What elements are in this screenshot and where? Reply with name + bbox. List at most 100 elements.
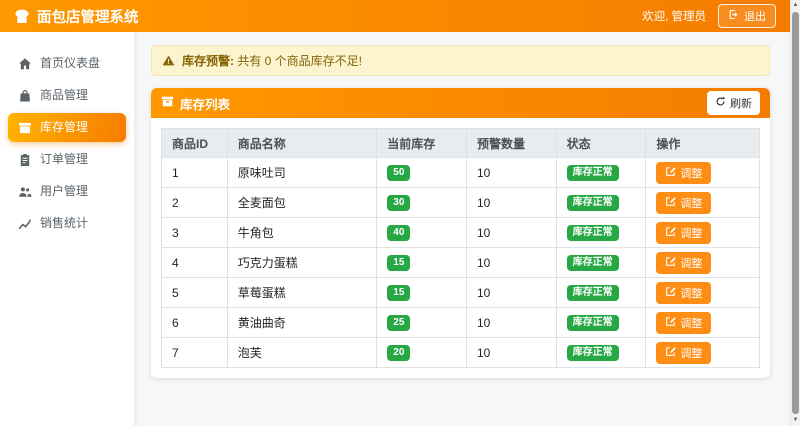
action-cell: 调整	[646, 158, 760, 188]
app-title: 面包店管理系统	[37, 6, 139, 27]
adjust-button[interactable]: 调整	[656, 192, 711, 214]
inventory-card-body: 商品ID商品名称当前库存预警数量状态操作 1原味吐司5010库存正常调整2全麦面…	[151, 118, 770, 378]
sidebar-item-orders[interactable]: 订单管理	[8, 145, 126, 174]
product-id-cell: 2	[162, 188, 228, 218]
status-cell: 库存正常	[556, 338, 646, 368]
action-cell: 调整	[646, 278, 760, 308]
product-name-cell: 原味吐司	[227, 158, 377, 188]
product-name-cell: 草莓蛋糕	[227, 278, 377, 308]
pencil-square-icon	[665, 166, 676, 180]
clipboard-list-icon	[18, 153, 32, 167]
welcome-text: 欢迎, 管理员	[642, 8, 706, 24]
app-brand: 面包店管理系统	[14, 6, 139, 27]
status-badge: 库存正常	[567, 255, 619, 271]
column-header: 状态	[556, 129, 646, 158]
sidebar-item-label: 首页仪表盘	[40, 56, 100, 71]
chart-line-icon	[18, 217, 32, 231]
scrollbar-thumb[interactable]	[792, 12, 799, 414]
product-name-cell: 全麦面包	[227, 188, 377, 218]
threshold-cell: 10	[466, 158, 556, 188]
sidebar-nav: 首页仪表盘商品管理库存管理订单管理用户管理销售统计	[0, 32, 135, 426]
users-icon	[18, 185, 32, 199]
product-id-cell: 6	[162, 308, 228, 338]
adjust-label: 调整	[680, 345, 702, 361]
warning-triangle-icon	[162, 54, 175, 67]
scrollbar-up-arrow[interactable]: ▲	[793, 0, 799, 11]
table-row: 5草莓蛋糕 15 10 库存正常 调整	[162, 278, 760, 308]
sidebar-item-users[interactable]: 用户管理	[8, 177, 126, 206]
adjust-button[interactable]: 调整	[656, 282, 711, 304]
status-cell: 库存正常	[556, 278, 646, 308]
app-window: 面包店管理系统 欢迎, 管理员 退出 首页仪表盘商品管理库存管理订单管理用户管理…	[0, 0, 800, 426]
sidebar-item-inventory[interactable]: 库存管理	[8, 113, 126, 142]
threshold-cell: 10	[466, 338, 556, 368]
status-badge: 库存正常	[567, 225, 619, 241]
product-id-cell: 1	[162, 158, 228, 188]
shopping-bag-icon	[18, 89, 32, 103]
pencil-square-icon	[665, 346, 676, 360]
pencil-square-icon	[665, 286, 676, 300]
home-icon	[18, 57, 32, 71]
action-cell: 调整	[646, 308, 760, 338]
main-content: 库存预警: 共有 0 个商品库存不足! 库存列表	[135, 32, 790, 426]
inventory-table: 商品ID商品名称当前库存预警数量状态操作 1原味吐司5010库存正常调整2全麦面…	[161, 128, 760, 368]
product-id-cell: 3	[162, 218, 228, 248]
refresh-button[interactable]: 刷新	[707, 91, 760, 115]
threshold-cell: 10	[466, 218, 556, 248]
vertical-scrollbar[interactable]: ▲ ▼	[790, 0, 800, 426]
table-row: 7泡芙2010库存正常调整	[162, 338, 760, 368]
product-id-cell: 5	[162, 278, 228, 308]
status-badge: 库存正常	[567, 165, 619, 181]
top-header-bar: 面包店管理系统 欢迎, 管理员 退出	[0, 0, 790, 32]
threshold-cell: 10	[466, 278, 556, 308]
status-badge: 库存正常	[567, 195, 619, 211]
status-badge: 库存正常	[567, 315, 619, 331]
sidebar-item-label: 商品管理	[40, 88, 88, 103]
action-cell: 调整	[646, 188, 760, 218]
adjust-label: 调整	[680, 285, 702, 301]
scrollbar-down-arrow[interactable]: ▼	[793, 415, 799, 426]
refresh-icon	[715, 96, 726, 110]
sidebar-item-label: 库存管理	[40, 120, 88, 135]
logout-button[interactable]: 退出	[718, 4, 776, 28]
inventory-list-card: 库存列表 刷新 商品ID商品名称当前库存预警数量状态操作	[151, 88, 770, 378]
sidebar-item-label: 订单管理	[40, 152, 88, 167]
adjust-label: 调整	[680, 255, 702, 271]
table-header-row: 商品ID商品名称当前库存预警数量状态操作	[162, 129, 760, 158]
column-header: 当前库存	[377, 129, 467, 158]
status-badge: 库存正常	[567, 285, 619, 301]
adjust-button[interactable]: 调整	[656, 222, 711, 244]
table-row: 2全麦面包3010库存正常调整	[162, 188, 760, 218]
stock-badge: 15	[387, 285, 410, 301]
adjust-button[interactable]: 调整	[656, 342, 711, 364]
action-cell: 调整	[646, 218, 760, 248]
inventory-table-body: 1原味吐司5010库存正常调整2全麦面包3010库存正常调整3牛角包4010库存…	[162, 158, 760, 368]
inventory-card-title: 库存列表	[180, 94, 230, 113]
inventory-card-title-group: 库存列表	[161, 94, 230, 113]
adjust-label: 调整	[680, 165, 702, 181]
current-stock-cell: 20	[377, 338, 467, 368]
stock-badge: 25	[387, 315, 410, 331]
sidebar-item-dashboard[interactable]: 首页仪表盘	[8, 49, 126, 78]
sidebar-item-label: 销售统计	[40, 216, 88, 231]
refresh-label: 刷新	[730, 95, 752, 111]
status-cell: 库存正常	[556, 248, 646, 278]
logout-label: 退出	[744, 8, 766, 24]
adjust-button[interactable]: 调整	[656, 162, 711, 184]
box-icon	[161, 95, 174, 111]
sidebar-item-products[interactable]: 商品管理	[8, 81, 126, 110]
current-stock-cell: 15	[377, 248, 467, 278]
status-cell: 库存正常	[556, 188, 646, 218]
adjust-button[interactable]: 调整	[656, 252, 711, 274]
table-row: 4巧克力蛋糕1510库存正常调整	[162, 248, 760, 278]
adjust-button[interactable]: 调整	[656, 312, 711, 334]
pencil-square-icon	[665, 196, 676, 210]
sidebar-item-label: 用户管理	[40, 184, 88, 199]
threshold-cell: 10	[466, 188, 556, 218]
product-name-cell: 黄油曲奇	[227, 308, 377, 338]
alert-message: 共有 0 个商品库存不足!	[237, 54, 362, 68]
bread-icon	[14, 8, 30, 24]
stock-warning-alert: 库存预警: 共有 0 个商品库存不足!	[151, 45, 770, 76]
stock-badge: 15	[387, 255, 410, 271]
sidebar-item-sales[interactable]: 销售统计	[8, 209, 126, 238]
